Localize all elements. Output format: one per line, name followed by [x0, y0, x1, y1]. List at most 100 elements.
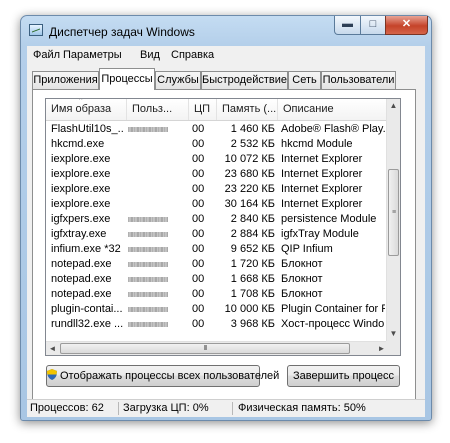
table-row[interactable]: notepad.exe 00 1 720 КБ Блокнот [46, 257, 388, 272]
process-cpu: 00 [192, 303, 205, 315]
process-memory: 2 840 КБ [230, 213, 275, 225]
tab-services[interactable]: Службы [155, 71, 201, 89]
process-name: notepad.exe [51, 258, 112, 270]
window-title: Диспетчер задач Windows [49, 25, 195, 39]
process-name: igfxtray.exe [51, 228, 107, 240]
show-all-processes-button[interactable]: Отображать процессы всех пользователей [46, 365, 279, 387]
table-row[interactable]: notepad.exe 00 1 668 КБ Блокнот [46, 272, 388, 287]
process-description: Adobe® Flash® Play... [281, 123, 385, 135]
process-name: iexplore.exe [51, 153, 111, 165]
table-row[interactable]: infium.exe *32 00 9 652 КБ QIP Infium [46, 242, 388, 257]
table-row[interactable]: igfxpers.exe 00 2 840 КБ persistence Module [46, 212, 388, 227]
menu-help[interactable]: Справка [171, 49, 214, 61]
process-name: iexplore.exe [51, 198, 111, 210]
process-memory: 1 708 КБ [230, 288, 275, 300]
column-image-name[interactable]: ^ Имя образа [46, 99, 127, 120]
processes-panel: ^ Имя образа Польз... ЦП Память (... Опи… [32, 89, 416, 402]
column-cpu[interactable]: ЦП [189, 99, 217, 120]
table-row[interactable]: iexplore.exe 00 23 680 КБ Internet Explorer [46, 167, 388, 182]
process-memory: 1 460 КБ [230, 123, 275, 135]
tab-applications[interactable]: Приложения [32, 71, 99, 89]
redacted-username [128, 307, 168, 312]
table-row[interactable]: plugin-contai... 00 10 000 КБ Plugin Contai… [46, 302, 388, 317]
process-cpu: 00 [192, 183, 205, 195]
minimize-button[interactable]: ▬ [334, 16, 361, 35]
process-memory: 1 720 КБ [230, 258, 275, 270]
title-bar[interactable]: Диспетчер задач Windows ▬ □ ✕ [21, 16, 431, 46]
redacted-username [128, 262, 168, 267]
process-name: notepad.exe [51, 288, 112, 300]
end-process-button[interactable]: Завершить процесс [287, 365, 400, 387]
table-row[interactable]: rundll32.exe ... 00 3 968 КБ Хост-процесс W… [46, 317, 388, 332]
process-user [128, 137, 186, 152]
process-name: FlashUtil10s_... [51, 123, 123, 135]
redacted-username [128, 277, 168, 282]
process-description: Plugin Container for Fi... [281, 303, 385, 315]
process-name: notepad.exe [51, 273, 112, 285]
tab-performance[interactable]: Быстродействие [201, 71, 288, 89]
process-name: rundll32.exe ... [51, 318, 123, 330]
column-user[interactable]: Польз... [127, 99, 189, 120]
sort-ascending-icon: ^ [79, 99, 83, 104]
process-list: ^ Имя образа Польз... ЦП Память (... Опи… [45, 98, 401, 356]
client-area: Приложения Процессы Службы Быстродействи… [27, 66, 425, 402]
redacted-username [128, 322, 168, 327]
process-description: hkcmd Module [281, 138, 353, 150]
process-memory: 2 532 КБ [230, 138, 275, 150]
process-cpu: 00 [192, 228, 205, 240]
table-row[interactable]: FlashUtil10s_... 00 1 460 КБ Adobe® Flash® … [46, 122, 388, 137]
menu-file[interactable]: Файл [33, 49, 60, 61]
tab-processes[interactable]: Процессы [99, 68, 155, 90]
process-memory: 3 968 КБ [230, 318, 275, 330]
process-description: Блокнот [281, 258, 323, 270]
process-user [128, 302, 186, 317]
table-row[interactable]: igfxtray.exe 00 2 884 КБ igfxTray Module [46, 227, 388, 242]
table-row[interactable]: iexplore.exe 00 30 164 КБ Internet Explorer [46, 197, 388, 212]
status-physical-memory: Физическая память: 50% [238, 402, 366, 414]
table-row[interactable]: iexplore.exe 00 23 220 КБ Internet Explorer [46, 182, 388, 197]
table-row[interactable]: hkcmd.exe 00 2 532 КБ hkcmd Module [46, 137, 388, 152]
scroll-left-icon[interactable]: ◄ [46, 342, 59, 355]
process-description: Блокнот [281, 288, 323, 300]
process-memory: 2 884 КБ [230, 228, 275, 240]
table-row[interactable]: iexplore.exe 00 10 072 КБ Internet Explorer [46, 152, 388, 167]
process-user [128, 257, 186, 272]
vertical-scrollbar[interactable]: ▲ ≡ ▼ [386, 99, 400, 341]
menu-options[interactable]: Параметры [63, 49, 122, 61]
status-cpu-load: Загрузка ЦП: 0% [123, 402, 209, 414]
tab-users[interactable]: Пользователи [321, 71, 396, 89]
scroll-up-icon[interactable]: ▲ [387, 99, 400, 113]
process-description: Internet Explorer [281, 153, 363, 165]
horizontal-scrollbar[interactable]: ◄ III ► [46, 341, 388, 355]
process-description: Internet Explorer [281, 183, 363, 195]
tab-network[interactable]: Сеть [288, 71, 321, 89]
redacted-username [128, 217, 168, 222]
horizontal-scroll-thumb[interactable]: III [60, 343, 350, 354]
column-description[interactable]: Описание [278, 99, 388, 120]
thumb-grip-icon: ≡ [391, 209, 396, 216]
process-description: persistence Module [281, 213, 377, 225]
process-cpu: 00 [192, 153, 205, 165]
process-user [128, 242, 186, 257]
redacted-username [128, 292, 168, 297]
process-cpu: 00 [192, 258, 205, 270]
status-processes: Процессов: 62 [30, 402, 104, 414]
list-header: ^ Имя образа Польз... ЦП Память (... Опи… [46, 99, 388, 121]
process-memory: 1 668 КБ [230, 273, 275, 285]
process-cpu: 00 [192, 168, 205, 180]
menu-view[interactable]: Вид [140, 49, 160, 61]
show-all-processes-label: Отображать процессы всех пользователей [60, 370, 280, 382]
process-name: igfxpers.exe [51, 213, 111, 225]
maximize-button[interactable]: □ [360, 16, 386, 35]
column-memory[interactable]: Память (... [217, 99, 278, 120]
close-button[interactable]: ✕ [385, 16, 428, 35]
table-row[interactable]: notepad.exe 00 1 708 КБ Блокнот [46, 287, 388, 302]
scroll-down-icon[interactable]: ▼ [387, 327, 400, 341]
process-description: Блокнот [281, 273, 323, 285]
process-name: hkcmd.exe [51, 138, 105, 150]
process-memory: 30 164 КБ [224, 198, 275, 210]
process-cpu: 00 [192, 213, 205, 225]
process-description: Хост-процесс Windo... [281, 318, 385, 330]
process-user [128, 227, 186, 242]
vertical-scroll-thumb[interactable]: ≡ [388, 169, 399, 256]
